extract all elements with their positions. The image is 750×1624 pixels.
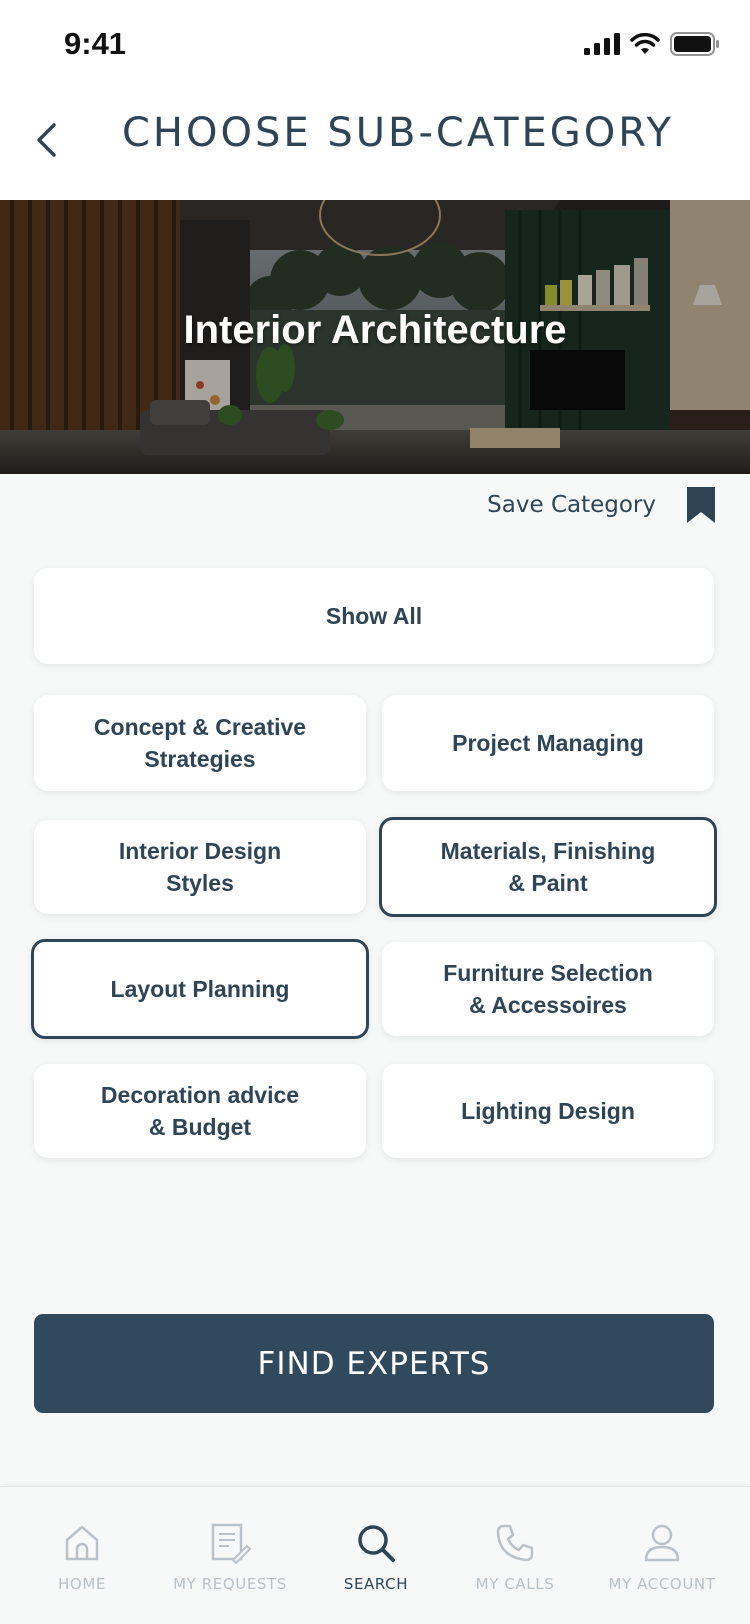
tab-label: SEARCH [343, 1575, 409, 1593]
wifi-icon [630, 33, 660, 54]
bottom-tab-bar: HOME MY REQUESTS SEARCH MY CALLS MY ACCO… [0, 1486, 750, 1624]
hero-category-title: Interior Architecture [183, 308, 567, 352]
subcategory-label: Project Managing [452, 730, 644, 756]
subcategory-concept-creative[interactable]: Concept & Creative Strategies [34, 695, 366, 791]
save-category-button[interactable]: Save Category [487, 486, 716, 524]
save-category-label: Save Category [487, 492, 656, 518]
status-time: 9:41 [64, 26, 127, 61]
subcategory-label: Lighting Design [461, 1098, 635, 1124]
subcategory-label: Decoration advice & Budget [100, 1082, 300, 1140]
tab-label: MY REQUESTS [173, 1575, 287, 1593]
tab-home[interactable]: HOME [22, 1487, 142, 1624]
search-icon [356, 1521, 396, 1565]
battery-icon [670, 32, 719, 56]
chevron-left-icon [37, 123, 56, 157]
subcategory-layout-planning[interactable]: Layout Planning [31, 939, 369, 1039]
subcategory-label: Layout Planning [110, 976, 290, 1002]
signal-icon [584, 33, 620, 55]
tab-my-requests[interactable]: MY REQUESTS [170, 1487, 290, 1624]
subcategory-materials-finishing-paint[interactable]: Materials, Finishing & Paint [379, 817, 717, 917]
find-experts-label: FIND EXPERTS [257, 1345, 491, 1382]
tab-label: HOME [58, 1575, 106, 1593]
subcategory-interior-design-styles[interactable]: Interior Design Styles [34, 820, 366, 914]
tab-label: MY CALLS [475, 1575, 555, 1593]
phone-icon [495, 1521, 535, 1565]
account-icon [643, 1521, 681, 1565]
requests-icon [209, 1521, 251, 1565]
subcategory-label: Furniture Selection & Accessoires [443, 960, 653, 1018]
subcategory-lighting-design[interactable]: Lighting Design [382, 1064, 714, 1158]
subcategory-label: Concept & Creative Strategies [93, 714, 307, 772]
hero-image: Interior Architecture [0, 200, 750, 474]
tab-label: MY ACCOUNT [608, 1575, 716, 1593]
status-icons [584, 32, 720, 56]
subcategory-furniture-selection[interactable]: Furniture Selection & Accessoires [382, 942, 714, 1036]
find-experts-button[interactable]: FIND EXPERTS [34, 1314, 714, 1413]
subcategory-project-managing[interactable]: Project Managing [382, 695, 714, 791]
status-bar: 9:41 [0, 0, 750, 92]
tab-search[interactable]: SEARCH [316, 1487, 436, 1624]
subcategory-label: Materials, Finishing & Paint [440, 838, 656, 896]
subcategory-label: Interior Design Styles [118, 838, 282, 896]
bookmark-icon [687, 487, 715, 523]
tab-my-calls[interactable]: MY CALLS [455, 1487, 575, 1624]
show-all-button[interactable]: Show All [34, 568, 714, 664]
home-icon [64, 1521, 100, 1565]
subcategory-decoration-advice[interactable]: Decoration advice & Budget [34, 1064, 366, 1158]
tab-my-account[interactable]: MY ACCOUNT [602, 1487, 722, 1624]
back-button[interactable] [26, 108, 66, 172]
show-all-label: Show All [325, 603, 423, 629]
header: CHOOSE SUB-CATEGORY [0, 92, 750, 200]
page-title: CHOOSE SUB-CATEGORY [122, 110, 674, 156]
